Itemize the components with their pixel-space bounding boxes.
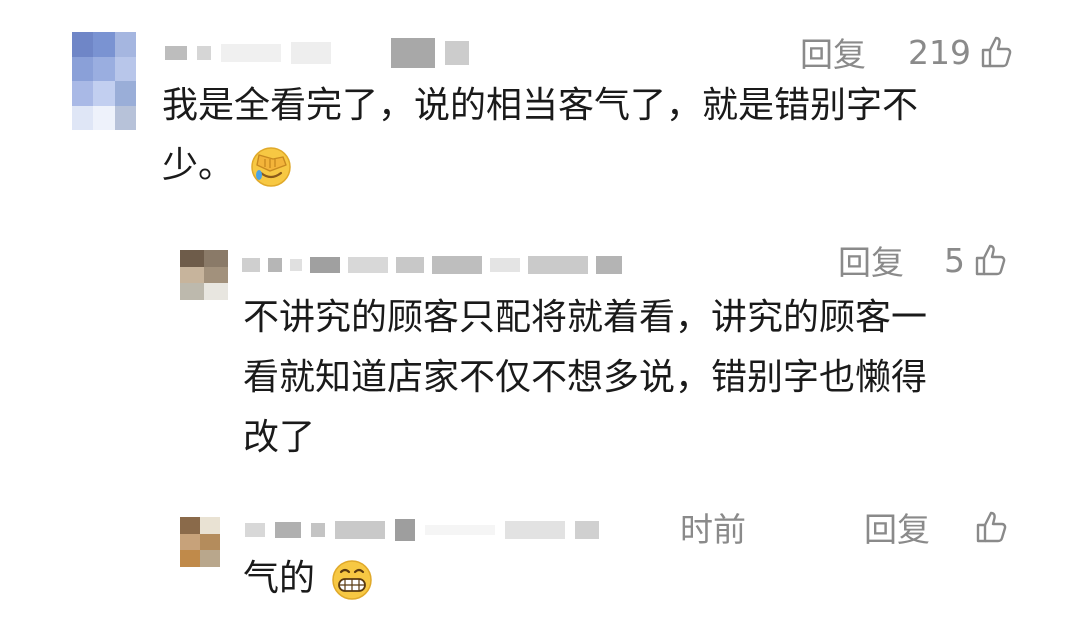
comment-line-with-emoji: 少。: [162, 136, 1042, 196]
thumbs-up-icon[interactable]: [979, 34, 1015, 70]
timestamp: 时前: [680, 510, 746, 549]
comment-line: 少。: [162, 145, 235, 186]
comment-3: 时前 回复 气的: [0, 495, 1080, 622]
comment-line: 我是全看完了，说的相当客气了，就是错别字不: [162, 85, 919, 126]
username-redacted[interactable]: [242, 256, 622, 274]
thumbs-up-icon[interactable]: [974, 509, 1010, 545]
avatar[interactable]: [180, 250, 228, 300]
comment-1: 回复 219 我是全看完了，说的相当客气了，就是错别字不 少。: [0, 0, 1080, 210]
comment-text: 我是全看完了，说的相当客气了，就是错别字不 少。: [162, 76, 1042, 196]
like-count: 5: [944, 240, 965, 280]
reply-button[interactable]: 回复: [800, 28, 866, 76]
like-count: 219: [908, 32, 971, 72]
reply-button[interactable]: 回复: [864, 503, 930, 551]
comment-text: 不讲究的顾客只配将就着看，讲究的顾客一 看就知道店家不仅不想多说，错别字也懒得 …: [243, 288, 1043, 468]
comment-text: 气的: [243, 549, 643, 609]
face-palm-emoji: [251, 147, 292, 187]
username-redacted[interactable]: [245, 519, 599, 541]
avatar[interactable]: [72, 32, 136, 130]
comment-line: 改了: [243, 417, 316, 458]
username-redacted[interactable]: [165, 38, 469, 68]
grinning-emoji: [332, 560, 373, 600]
comment-2: 回复 5 不讲究的顾客只配将就着看，讲究的顾客一 看就知道店家不仅不想多说，错别…: [0, 230, 1080, 480]
comment-meta: 回复 219: [800, 28, 1015, 76]
avatar[interactable]: [180, 517, 220, 567]
thumbs-up-icon[interactable]: [973, 242, 1009, 278]
comment-line: 气的: [243, 558, 316, 599]
comment-line: 看就知道店家不仅不想多说，错别字也懒得: [243, 357, 928, 398]
reply-button[interactable]: 回复: [838, 236, 904, 284]
comment-line: 不讲究的顾客只配将就着看，讲究的顾客一: [243, 297, 928, 338]
comment-meta: 回复 5: [838, 236, 1009, 284]
comment-line-with-emoji: 气的: [243, 549, 643, 609]
comment-meta: 时前 回复: [680, 503, 1010, 551]
